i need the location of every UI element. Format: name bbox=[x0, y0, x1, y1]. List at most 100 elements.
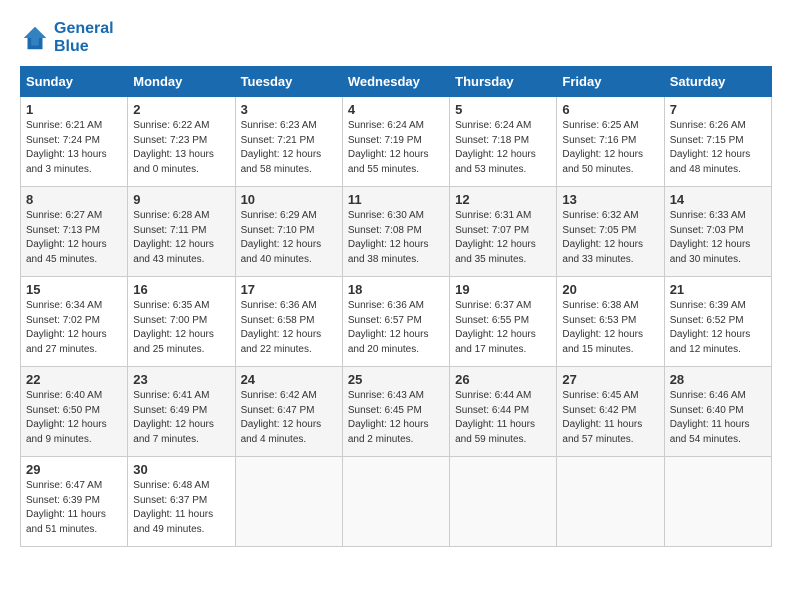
header-saturday: Saturday bbox=[664, 67, 771, 97]
day-number: 2 bbox=[133, 102, 229, 117]
day-number: 22 bbox=[26, 372, 122, 387]
header-sunday: Sunday bbox=[21, 67, 128, 97]
calendar-cell: 29 Sunrise: 6:47 AMSunset: 6:39 PMDayligh… bbox=[21, 457, 128, 547]
day-info: Sunrise: 6:22 AMSunset: 7:23 PMDaylight:… bbox=[133, 119, 229, 177]
day-info: Sunrise: 6:21 AMSunset: 7:24 PMDaylight:… bbox=[26, 119, 122, 177]
calendar-cell: 13Sunrise: 6:32 AMSunset: 7:05 PMDayligh… bbox=[557, 187, 664, 277]
calendar-cell bbox=[235, 457, 342, 547]
calendar-cell: 4 Sunrise: 6:24 AMSunset: 7:19 PMDaylight… bbox=[342, 97, 449, 187]
day-number: 19 bbox=[455, 282, 551, 297]
calendar-cell: 22 Sunrise: 6:40 AMSunset: 6:50 PMDayligh… bbox=[21, 367, 128, 457]
calendar-cell: 16 Sunrise: 6:35 AMSunset: 7:00 PMDayligh… bbox=[128, 277, 235, 367]
calendar-table: Sunday Monday Tuesday Wednesday Thursday… bbox=[20, 66, 772, 547]
calendar-cell: 21 Sunrise: 6:39 AMSunset: 6:52 PMDayligh… bbox=[664, 277, 771, 367]
calendar-cell bbox=[557, 457, 664, 547]
day-number: 29 bbox=[26, 462, 122, 477]
day-info: Sunrise: 6:35 AMSunset: 7:00 PMDaylight:… bbox=[133, 299, 229, 357]
calendar-cell: 27 Sunrise: 6:45 AMSunset: 6:42 PMDayligh… bbox=[557, 367, 664, 457]
page-header: General Blue bbox=[20, 20, 772, 56]
calendar-cell: 20 Sunrise: 6:38 AMSunset: 6:53 PMDayligh… bbox=[557, 277, 664, 367]
calendar-cell: 9 Sunrise: 6:28 AMSunset: 7:11 PMDaylight… bbox=[128, 187, 235, 277]
day-number: 17 bbox=[241, 282, 337, 297]
day-info: Sunrise: 6:45 AMSunset: 6:42 PMDaylight:… bbox=[562, 389, 658, 447]
calendar-cell: 7 Sunrise: 6:26 AMSunset: 7:15 PMDaylight… bbox=[664, 97, 771, 187]
day-info: Sunrise: 6:44 AMSunset: 6:44 PMDaylight:… bbox=[455, 389, 551, 447]
day-info: Sunrise: 6:30 AMSunset: 7:08 PMDaylight:… bbox=[348, 209, 444, 267]
day-info: Sunrise: 6:47 AMSunset: 6:39 PMDaylight:… bbox=[26, 479, 122, 537]
day-number: 7 bbox=[670, 102, 766, 117]
day-info: Sunrise: 6:27 AMSunset: 7:13 PMDaylight:… bbox=[26, 209, 122, 267]
day-info: Sunrise: 6:23 AMSunset: 7:21 PMDaylight:… bbox=[241, 119, 337, 177]
day-number: 4 bbox=[348, 102, 444, 117]
day-info: Sunrise: 6:29 AMSunset: 7:10 PMDaylight:… bbox=[241, 209, 337, 267]
header-wednesday: Wednesday bbox=[342, 67, 449, 97]
day-number: 1 bbox=[26, 102, 122, 117]
calendar-cell: 17 Sunrise: 6:36 AMSunset: 6:58 PMDayligh… bbox=[235, 277, 342, 367]
day-info: Sunrise: 6:28 AMSunset: 7:11 PMDaylight:… bbox=[133, 209, 229, 267]
calendar-cell: 5 Sunrise: 6:24 AMSunset: 7:18 PMDaylight… bbox=[450, 97, 557, 187]
day-info: Sunrise: 6:39 AMSunset: 6:52 PMDaylight:… bbox=[670, 299, 766, 357]
day-number: 3 bbox=[241, 102, 337, 117]
day-number: 25 bbox=[348, 372, 444, 387]
calendar-cell: 18 Sunrise: 6:36 AMSunset: 6:57 PMDayligh… bbox=[342, 277, 449, 367]
day-info: Sunrise: 6:48 AMSunset: 6:37 PMDaylight:… bbox=[133, 479, 229, 537]
calendar-cell bbox=[450, 457, 557, 547]
logo-icon bbox=[20, 23, 50, 53]
calendar-cell: 10Sunrise: 6:29 AMSunset: 7:10 PMDayligh… bbox=[235, 187, 342, 277]
day-number: 6 bbox=[562, 102, 658, 117]
day-number: 24 bbox=[241, 372, 337, 387]
day-number: 5 bbox=[455, 102, 551, 117]
calendar-cell bbox=[342, 457, 449, 547]
day-info: Sunrise: 6:42 AMSunset: 6:47 PMDaylight:… bbox=[241, 389, 337, 447]
calendar-cell: 12 Sunrise: 6:31 AMSunset: 7:07 PMDayligh… bbox=[450, 187, 557, 277]
day-info: Sunrise: 6:25 AMSunset: 7:16 PMDaylight:… bbox=[562, 119, 658, 177]
calendar-cell: 14Sunrise: 6:33 AMSunset: 7:03 PMDayligh… bbox=[664, 187, 771, 277]
day-info: Sunrise: 6:46 AMSunset: 6:40 PMDaylight:… bbox=[670, 389, 766, 447]
day-info: Sunrise: 6:41 AMSunset: 6:49 PMDaylight:… bbox=[133, 389, 229, 447]
day-number: 21 bbox=[670, 282, 766, 297]
day-number: 12 bbox=[455, 192, 551, 207]
day-number: 18 bbox=[348, 282, 444, 297]
day-info: Sunrise: 6:26 AMSunset: 7:15 PMDaylight:… bbox=[670, 119, 766, 177]
header-monday: Monday bbox=[128, 67, 235, 97]
calendar-cell: 23Sunrise: 6:41 AMSunset: 6:49 PMDayligh… bbox=[128, 367, 235, 457]
day-number: 14 bbox=[670, 192, 766, 207]
calendar-cell: 3 Sunrise: 6:23 AMSunset: 7:21 PMDaylight… bbox=[235, 97, 342, 187]
calendar-cell: 2 Sunrise: 6:22 AMSunset: 7:23 PMDaylight… bbox=[128, 97, 235, 187]
calendar-cell: 11 Sunrise: 6:30 AMSunset: 7:08 PMDayligh… bbox=[342, 187, 449, 277]
header-friday: Friday bbox=[557, 67, 664, 97]
day-info: Sunrise: 6:43 AMSunset: 6:45 PMDaylight:… bbox=[348, 389, 444, 447]
day-info: Sunrise: 6:40 AMSunset: 6:50 PMDaylight:… bbox=[26, 389, 122, 447]
calendar-cell: 15 Sunrise: 6:34 AMSunset: 7:02 PMDayligh… bbox=[21, 277, 128, 367]
calendar-cell: 28 Sunrise: 6:46 AMSunset: 6:40 PMDayligh… bbox=[664, 367, 771, 457]
day-info: Sunrise: 6:31 AMSunset: 7:07 PMDaylight:… bbox=[455, 209, 551, 267]
day-number: 28 bbox=[670, 372, 766, 387]
calendar-cell: 25 Sunrise: 6:43 AMSunset: 6:45 PMDayligh… bbox=[342, 367, 449, 457]
day-info: Sunrise: 6:37 AMSunset: 6:55 PMDaylight:… bbox=[455, 299, 551, 357]
day-number: 15 bbox=[26, 282, 122, 297]
logo: General Blue bbox=[20, 20, 114, 56]
calendar-cell bbox=[664, 457, 771, 547]
day-info: Sunrise: 6:34 AMSunset: 7:02 PMDaylight:… bbox=[26, 299, 122, 357]
calendar-cell: 19 Sunrise: 6:37 AMSunset: 6:55 PMDayligh… bbox=[450, 277, 557, 367]
calendar-cell: 26Sunrise: 6:44 AMSunset: 6:44 PMDayligh… bbox=[450, 367, 557, 457]
day-number: 20 bbox=[562, 282, 658, 297]
day-number: 13 bbox=[562, 192, 658, 207]
calendar-cell: 6 Sunrise: 6:25 AMSunset: 7:16 PMDaylight… bbox=[557, 97, 664, 187]
calendar-cell: 30 Sunrise: 6:48 AMSunset: 6:37 PMDayligh… bbox=[128, 457, 235, 547]
day-info: Sunrise: 6:36 AMSunset: 6:57 PMDaylight:… bbox=[348, 299, 444, 357]
day-number: 27 bbox=[562, 372, 658, 387]
day-number: 8 bbox=[26, 192, 122, 207]
day-info: Sunrise: 6:24 AMSunset: 7:19 PMDaylight:… bbox=[348, 119, 444, 177]
header-tuesday: Tuesday bbox=[235, 67, 342, 97]
day-number: 11 bbox=[348, 192, 444, 207]
day-info: Sunrise: 6:36 AMSunset: 6:58 PMDaylight:… bbox=[241, 299, 337, 357]
day-number: 16 bbox=[133, 282, 229, 297]
day-info: Sunrise: 6:38 AMSunset: 6:53 PMDaylight:… bbox=[562, 299, 658, 357]
day-info: Sunrise: 6:24 AMSunset: 7:18 PMDaylight:… bbox=[455, 119, 551, 177]
day-number: 30 bbox=[133, 462, 229, 477]
day-number: 9 bbox=[133, 192, 229, 207]
calendar-cell: 1 Sunrise: 6:21 AMSunset: 7:24 PMDaylight… bbox=[21, 97, 128, 187]
days-header-row: Sunday Monday Tuesday Wednesday Thursday… bbox=[21, 67, 772, 97]
header-thursday: Thursday bbox=[450, 67, 557, 97]
